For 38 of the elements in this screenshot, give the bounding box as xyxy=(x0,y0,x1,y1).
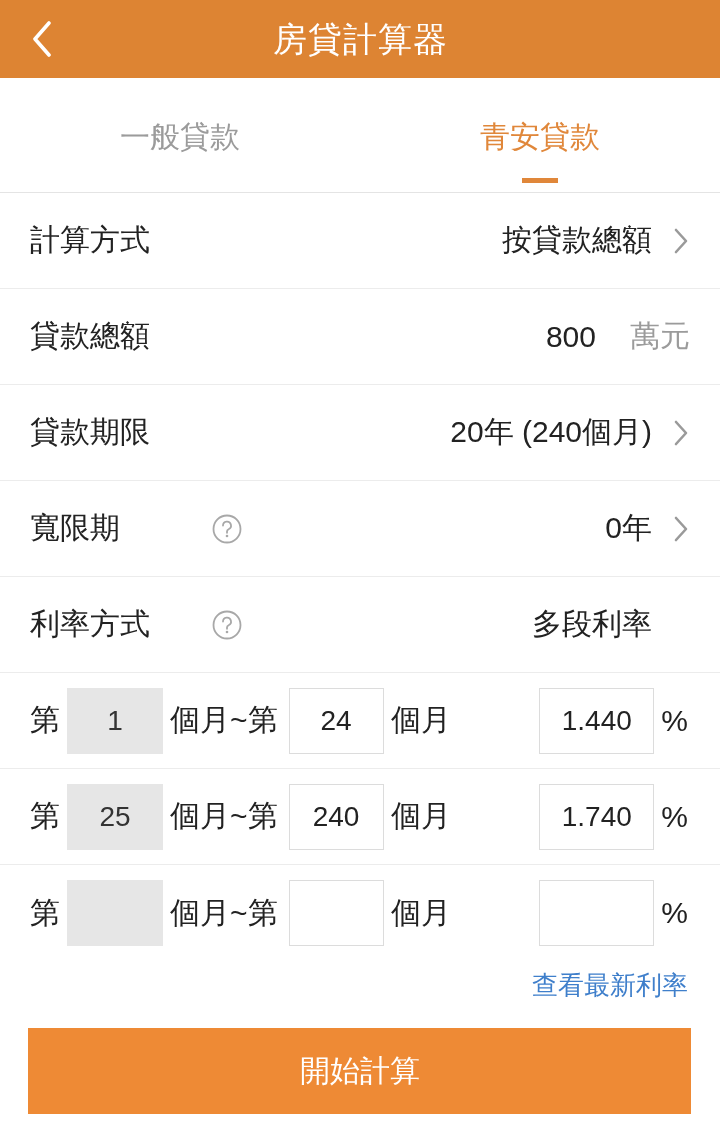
unit-label: 萬元 xyxy=(630,318,690,354)
rate-field[interactable] xyxy=(539,880,655,946)
end-month-field[interactable] xyxy=(288,880,384,946)
ordinal-label: 第 xyxy=(30,798,60,834)
end-month-field[interactable]: 240 xyxy=(288,783,384,850)
amount-field[interactable]: 800 xyxy=(446,316,596,357)
page-title: 房貸計算器 xyxy=(271,19,449,59)
percent-label: % xyxy=(661,896,688,930)
help-icon[interactable] xyxy=(212,513,242,544)
range-label: 個月~第 xyxy=(170,798,278,834)
field-label: 貸款總額 xyxy=(30,318,150,354)
selected-value[interactable]: 按貸款總額 xyxy=(502,220,652,261)
percent-label: % xyxy=(661,703,688,738)
percent-label: % xyxy=(661,799,688,834)
field-label: 利率方式 xyxy=(30,606,150,642)
chevron-right-icon[interactable] xyxy=(674,227,688,254)
end-month-field[interactable]: 24 xyxy=(288,687,384,754)
latest-rates-link[interactable]: 查看最新利率 xyxy=(532,970,688,1000)
rate-field[interactable]: 1.740 xyxy=(539,783,655,850)
field-label: 貸款期限 xyxy=(30,414,150,450)
range-label: 個月~第 xyxy=(170,894,278,931)
value-text: 多段利率 xyxy=(532,606,652,642)
range-label: 個月~第 xyxy=(170,702,278,738)
ordinal-label: 第 xyxy=(30,702,60,738)
chevron-right-icon[interactable] xyxy=(674,515,688,542)
selected-value[interactable]: 0年 xyxy=(605,508,652,549)
help-icon[interactable] xyxy=(212,609,242,640)
selected-tab-underline xyxy=(522,178,558,183)
ordinal-label: 第 xyxy=(30,894,60,931)
selected-value[interactable]: 20年 (240個月) xyxy=(450,412,652,453)
field-label: 寬限期 xyxy=(30,510,120,546)
month-label: 個月 xyxy=(390,894,451,931)
month-label: 個月 xyxy=(390,702,451,738)
month-label: 個月 xyxy=(390,798,451,834)
rate-field[interactable]: 1.440 xyxy=(539,687,655,754)
back-icon[interactable] xyxy=(32,21,52,57)
field-label: 計算方式 xyxy=(30,222,150,258)
chevron-right-icon[interactable] xyxy=(674,419,688,446)
